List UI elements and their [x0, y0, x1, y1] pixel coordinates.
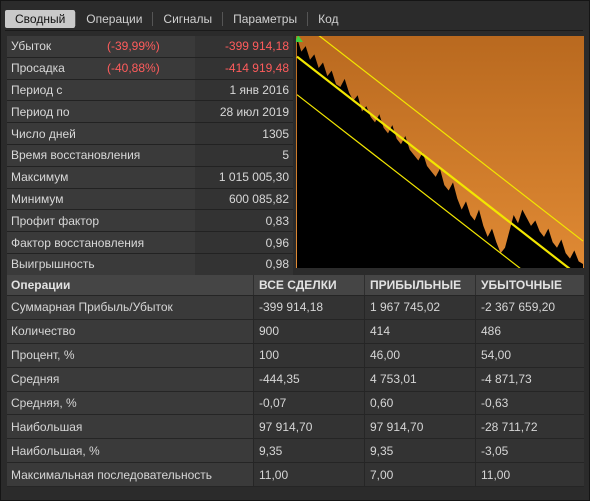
- row-label: Процент, %: [7, 343, 253, 367]
- table-cell: 1 967 745,02: [364, 296, 475, 319]
- table-body: Суммарная Прибыль/Убыток -399 914,18 1 967…: [7, 296, 584, 488]
- stat-label: Фактор восстановления: [7, 232, 195, 253]
- table-cell: 9,35: [253, 439, 364, 463]
- stat-row: Период с1 янв 2016: [7, 79, 293, 102]
- table-cell: -4 871,73: [475, 367, 584, 391]
- equity-chart: [295, 18, 584, 318]
- stat-value: 600 085,82: [195, 188, 293, 210]
- table-header-row: Операции ВСЕ СДЕЛКИ ПРИБЫЛЬНЫЕ УБЫТОЧНЫЕ: [7, 275, 584, 296]
- stat-value: 0,98: [195, 253, 293, 275]
- stat-row: Период по 28 июл 2019: [7, 101, 293, 124]
- header-operations[interactable]: Операции: [7, 275, 253, 295]
- stat-row: Выигрышность 0,98: [7, 253, 293, 276]
- tab-parameters[interactable]: Параметры: [223, 10, 307, 28]
- stat-value: -414 919,48: [195, 57, 293, 79]
- tab-bar: Сводный Операции Сигналы Параметры Код: [5, 8, 348, 30]
- stat-label: Профит фактор: [7, 210, 195, 232]
- row-label: Средняя, %: [7, 391, 253, 415]
- table-row[interactable]: Средняя, % -0,07 0,60 -0,63: [7, 391, 584, 416]
- row-label: Средняя: [7, 367, 253, 391]
- stat-value: 1 янв 2016: [195, 79, 293, 101]
- table-row[interactable]: Процент, % 100 46,00 54,00: [7, 343, 584, 368]
- row-label: Количество: [7, 319, 253, 343]
- stat-row: Фактор восстановления 0,96: [7, 232, 293, 254]
- stat-row: Минимум 600 085,82: [7, 188, 293, 211]
- stat-label: Время восстановления: [7, 144, 195, 166]
- stat-percent: (-39,99%): [107, 39, 160, 54]
- stat-value: -399 914,18: [195, 36, 293, 57]
- stat-row: Время восстановления 5: [7, 144, 293, 167]
- table-cell: 486: [475, 319, 584, 343]
- table-cell: -0,63: [475, 391, 584, 415]
- header-losing[interactable]: УБЫТОЧНЫЕ: [475, 275, 584, 295]
- tab-summary[interactable]: Сводный: [5, 10, 76, 28]
- table-row[interactable]: Средняя -444,35 4 753,01 -4 871,73: [7, 367, 584, 392]
- tab-signals[interactable]: Сигналы: [153, 10, 222, 28]
- stat-label: Максимум: [7, 166, 195, 188]
- stat-label: Просадка: [7, 57, 195, 79]
- tab-bar-divider: [5, 30, 583, 31]
- row-label: Наибольшая: [7, 415, 253, 439]
- stat-row: Число дней 1305: [7, 123, 293, 145]
- summary-stats-panel: Убыток -399 914,18 (-39,99%) Просадка -414 9…: [7, 36, 293, 276]
- stat-value: 1305: [195, 123, 293, 144]
- table-cell: 97 914,70: [364, 415, 475, 439]
- strategy-summary-window: Сводный Операции Сигналы Параметры Код У…: [0, 0, 590, 501]
- operations-table: Операции ВСЕ СДЕЛКИ ПРИБЫЛЬНЫЕ УБЫТОЧНЫЕ…: [7, 275, 584, 488]
- tab-code[interactable]: Код: [308, 10, 348, 28]
- table-cell: 7,00: [364, 463, 475, 487]
- stat-row: Убыток -399 914,18 (-39,99%): [7, 36, 293, 58]
- table-cell: -2 367 659,20: [475, 296, 584, 319]
- table-cell: 11,00: [475, 463, 584, 487]
- table-cell: 0,60: [364, 391, 475, 415]
- stat-value: 0,96: [195, 232, 293, 253]
- table-cell: 9,35: [364, 439, 475, 463]
- stat-label: Число дней: [7, 123, 195, 144]
- row-label: Суммарная Прибыль/Убыток: [7, 296, 253, 319]
- stat-percent: (-40,88%): [107, 61, 160, 76]
- equity-chart-svg: [295, 18, 584, 318]
- table-cell: 11,00: [253, 463, 364, 487]
- table-row[interactable]: Максимальная последовательность 11,00 7,00…: [7, 463, 584, 488]
- table-cell: -3,05: [475, 439, 584, 463]
- row-label: Наибольшая, %: [7, 439, 253, 463]
- stat-label: Выигрышность: [7, 253, 195, 275]
- stat-label: Минимум: [7, 188, 195, 210]
- table-cell: 900: [253, 319, 364, 343]
- table-cell: 54,00: [475, 343, 584, 367]
- table-cell: -399 914,18: [253, 296, 364, 319]
- table-cell: 414: [364, 319, 475, 343]
- stat-value: 1 015 005,30: [195, 166, 293, 188]
- header-profitable[interactable]: ПРИБЫЛЬНЫЕ: [364, 275, 475, 295]
- stat-label: Убыток: [7, 36, 195, 57]
- stat-label: Период по: [7, 101, 195, 123]
- table-row[interactable]: Количество 900 414 486: [7, 319, 584, 344]
- row-label: Максимальная последовательность: [7, 463, 253, 487]
- table-cell: 4 753,01: [364, 367, 475, 391]
- stat-row: Просадка -414 919,48 (-40,88%): [7, 57, 293, 80]
- table-cell: 46,00: [364, 343, 475, 367]
- table-row[interactable]: Наибольшая, % 9,35 9,35 -3,05: [7, 439, 584, 464]
- table-row[interactable]: Наибольшая 97 914,70 97 914,70 -28 711,72: [7, 415, 584, 440]
- table-cell: -0,07: [253, 391, 364, 415]
- stat-value: 0,83: [195, 210, 293, 232]
- table-cell: 97 914,70: [253, 415, 364, 439]
- header-all-trades[interactable]: ВСЕ СДЕЛКИ: [253, 275, 364, 295]
- table-row[interactable]: Суммарная Прибыль/Убыток -399 914,18 1 967…: [7, 296, 584, 320]
- table-cell: 100: [253, 343, 364, 367]
- stat-label: Период с: [7, 79, 195, 101]
- table-cell: -444,35: [253, 367, 364, 391]
- stat-row: Максимум 1 015 005,30: [7, 166, 293, 189]
- stat-value: 5: [195, 144, 293, 166]
- table-cell: -28 711,72: [475, 415, 584, 439]
- tab-operations[interactable]: Операции: [76, 10, 152, 28]
- stat-value: 28 июл 2019: [195, 101, 293, 123]
- stat-row: Профит фактор 0,83: [7, 210, 293, 233]
